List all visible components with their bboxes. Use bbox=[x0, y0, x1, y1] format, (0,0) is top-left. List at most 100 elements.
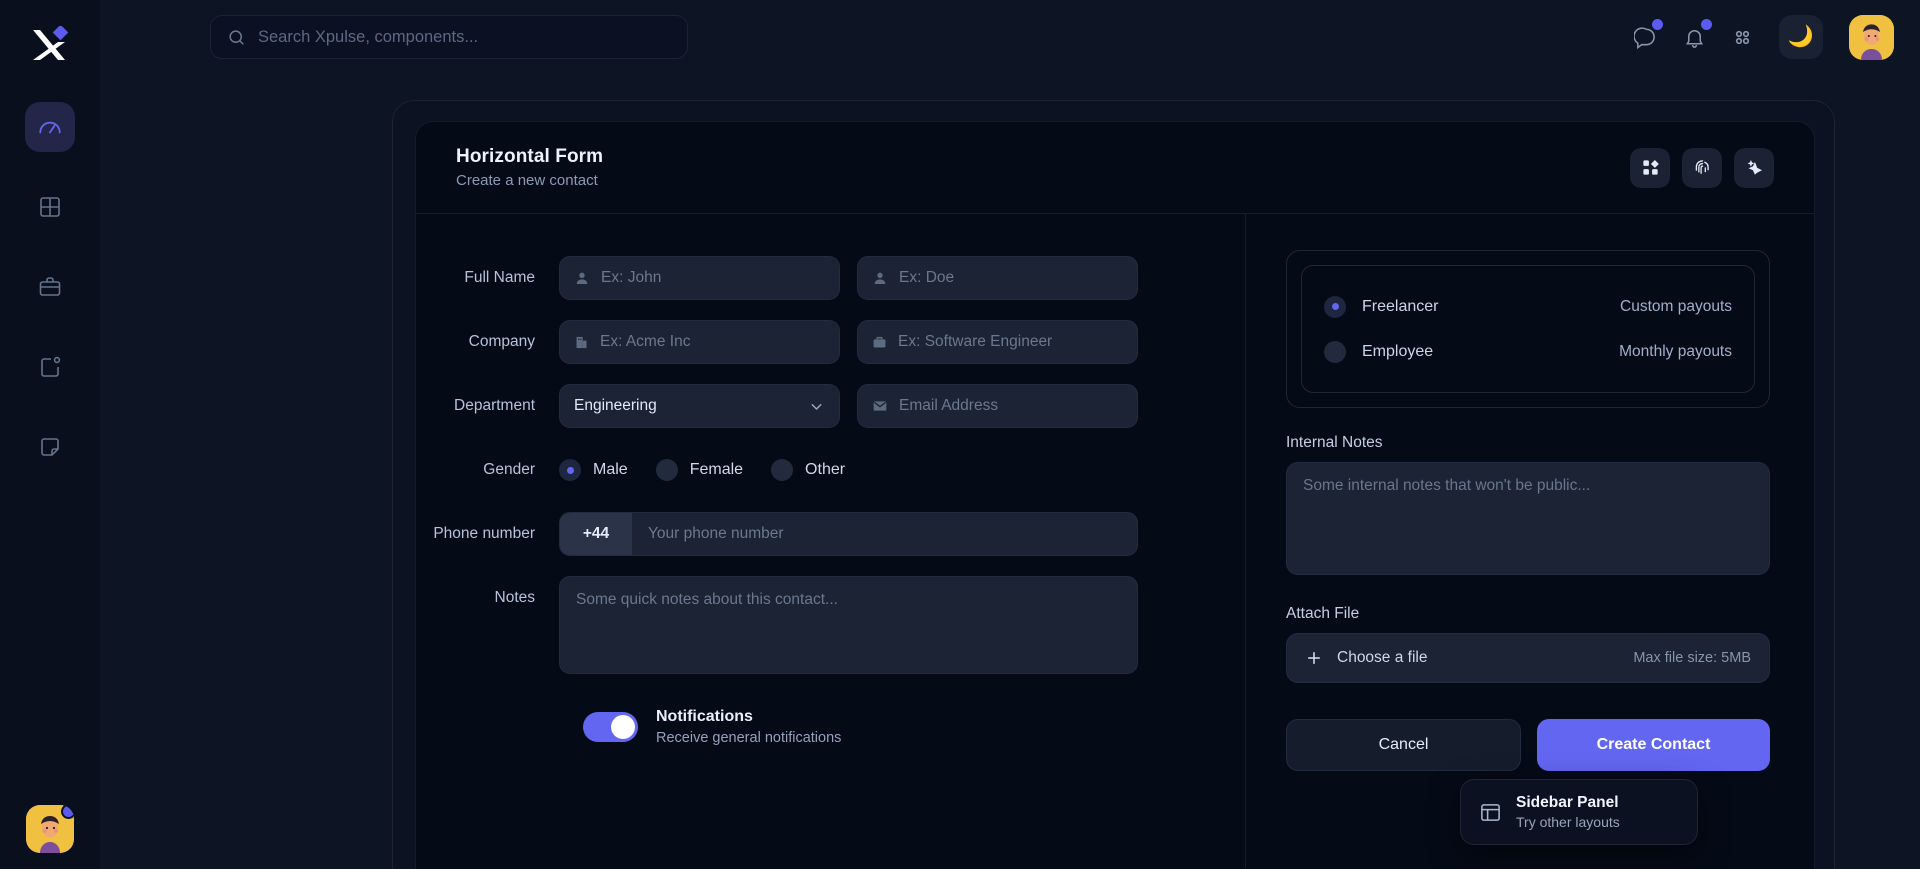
email-input[interactable]: Email Address bbox=[857, 384, 1138, 428]
internal-notes-placeholder: Some internal notes that won't be public… bbox=[1303, 477, 1590, 494]
job-title-input[interactable]: Ex: Software Engineer bbox=[857, 320, 1138, 364]
fields-full-name: Ex: John Ex: Doe bbox=[559, 256, 1138, 300]
gender-radio-group: Male Female Other bbox=[559, 448, 861, 492]
notification-square-icon bbox=[38, 355, 62, 379]
briefcase-icon bbox=[872, 335, 887, 350]
form-row-phone: Phone number +44 Your phone number bbox=[416, 512, 1245, 556]
create-contact-button[interactable]: Create Contact bbox=[1537, 719, 1770, 771]
first-name-input[interactable]: Ex: John bbox=[559, 256, 840, 300]
chat-button[interactable] bbox=[1634, 26, 1657, 49]
x-logo[interactable] bbox=[22, 18, 78, 70]
fingerprint-icon bbox=[1692, 157, 1713, 178]
notifications-toggle-row: Notifications Receive general notificati… bbox=[583, 708, 1245, 746]
toggle-knob bbox=[611, 715, 635, 739]
radio-pip bbox=[567, 467, 574, 474]
chevron-down-icon bbox=[808, 398, 825, 415]
card-body: Full Name Ex: John bbox=[416, 214, 1814, 869]
gender-radio-male[interactable] bbox=[559, 459, 581, 481]
payout-label-employee: Employee bbox=[1362, 343, 1433, 361]
label-internal-notes: Internal Notes bbox=[1286, 434, 1770, 452]
theme-toggle-button[interactable]: 🌙 bbox=[1779, 15, 1823, 59]
gender-radio-female[interactable] bbox=[656, 459, 678, 481]
email-placeholder: Email Address bbox=[899, 397, 998, 415]
gauge-icon bbox=[37, 114, 63, 140]
notifications-text: Notifications Receive general notificati… bbox=[656, 708, 841, 746]
sidebar bbox=[0, 0, 100, 869]
notifications-badge bbox=[1701, 19, 1712, 30]
internal-notes-textarea[interactable]: Some internal notes that won't be public… bbox=[1286, 462, 1770, 575]
label-full-name: Full Name bbox=[416, 256, 559, 300]
status-dot bbox=[61, 805, 74, 819]
form-actions: Cancel Create Contact bbox=[1286, 719, 1770, 771]
notifications-button[interactable] bbox=[1683, 26, 1706, 49]
chat-badge bbox=[1652, 19, 1663, 30]
mail-icon bbox=[872, 398, 888, 414]
attach-file-label: Choose a file bbox=[1337, 649, 1427, 667]
plus-icon bbox=[1305, 649, 1323, 667]
form-row-notes: Notes Some quick notes about this contac… bbox=[416, 576, 1245, 674]
sidebar-layout-icon bbox=[1479, 801, 1502, 824]
company-input[interactable]: Ex: Acme Inc bbox=[559, 320, 840, 364]
payout-meta-freelancer: Custom payouts bbox=[1620, 298, 1732, 316]
grid-icon bbox=[38, 195, 62, 219]
payout-option-employee[interactable]: Employee Monthly payouts bbox=[1324, 329, 1732, 374]
payout-radio-employee[interactable] bbox=[1324, 341, 1346, 363]
phone-input[interactable]: Your phone number bbox=[632, 525, 1137, 543]
tooltip-title: Sidebar Panel bbox=[1516, 794, 1620, 812]
fingerprint-button[interactable] bbox=[1682, 148, 1722, 188]
layout-blocks-icon bbox=[1641, 158, 1660, 177]
sidebar-nav bbox=[25, 102, 75, 472]
gender-radio-other[interactable] bbox=[771, 459, 793, 481]
form-row-department: Department Engineering bbox=[416, 384, 1245, 428]
sidebar-item-grid[interactable] bbox=[25, 182, 75, 232]
notes-placeholder: Some quick notes about this contact... bbox=[576, 591, 838, 608]
tooltip-text: Sidebar Panel Try other layouts bbox=[1516, 794, 1620, 830]
page-subtitle: Create a new contact bbox=[456, 172, 603, 189]
gender-label-other: Other bbox=[805, 461, 845, 479]
notifications-subtitle: Receive general notifications bbox=[656, 730, 841, 746]
search-input[interactable]: Search Xpulse, components... bbox=[210, 15, 688, 59]
payout-option-freelancer[interactable]: Freelancer Custom payouts bbox=[1324, 284, 1732, 329]
label-attach-file: Attach File bbox=[1286, 605, 1770, 623]
cancel-button[interactable]: Cancel bbox=[1286, 719, 1521, 771]
apps-button[interactable] bbox=[1732, 27, 1753, 48]
department-select[interactable]: Engineering bbox=[559, 384, 840, 428]
job-title-placeholder: Ex: Software Engineer bbox=[898, 333, 1052, 351]
sticker-note-icon bbox=[38, 435, 62, 459]
building-icon bbox=[574, 335, 589, 350]
sidebar-item-notes[interactable] bbox=[25, 422, 75, 472]
last-name-input[interactable]: Ex: Doe bbox=[857, 256, 1138, 300]
fields-company: Ex: Acme Inc Ex: Software Engineer bbox=[559, 320, 1138, 364]
person-icon bbox=[872, 270, 888, 286]
sidebar-item-jobs[interactable] bbox=[25, 262, 75, 312]
form-left-column: Full Name Ex: John bbox=[416, 214, 1246, 869]
sidebar-item-dashboard[interactable] bbox=[25, 102, 75, 152]
payout-panel-outer: Freelancer Custom payouts Employee Month… bbox=[1286, 250, 1770, 408]
notifications-toggle[interactable] bbox=[583, 712, 638, 742]
attach-file-button[interactable]: Choose a file Max file size: 5MB bbox=[1286, 633, 1770, 683]
tooltip-subtitle: Try other layouts bbox=[1516, 814, 1620, 830]
moon-icon: 🌙 bbox=[1788, 25, 1814, 49]
notes-textarea[interactable]: Some quick notes about this contact... bbox=[559, 576, 1138, 674]
apps-grid-icon bbox=[1732, 27, 1753, 48]
form-card: Horizontal Form Create a new contact bbox=[415, 121, 1815, 869]
sidebar-avatar[interactable] bbox=[26, 805, 74, 853]
fields-department: Engineering Email Address bbox=[559, 384, 1138, 428]
layout-blocks-button[interactable] bbox=[1630, 148, 1670, 188]
sparkle-icon bbox=[1745, 158, 1764, 177]
gender-label-male: Male bbox=[593, 461, 628, 479]
first-name-placeholder: Ex: John bbox=[601, 269, 661, 287]
topbar: Search Xpulse, components... bbox=[100, 0, 1920, 74]
page-title: Horizontal Form bbox=[456, 146, 603, 168]
sidebar-panel-tooltip[interactable]: Sidebar Panel Try other layouts bbox=[1460, 779, 1698, 845]
profile-avatar[interactable] bbox=[1849, 15, 1894, 60]
phone-country-code[interactable]: +44 bbox=[560, 513, 632, 555]
topbar-actions: 🌙 bbox=[1634, 0, 1894, 74]
label-phone: Phone number bbox=[416, 512, 559, 556]
payout-radio-freelancer[interactable] bbox=[1324, 296, 1346, 318]
sparkle-button[interactable] bbox=[1734, 148, 1774, 188]
sidebar-item-notifications[interactable] bbox=[25, 342, 75, 392]
person-icon bbox=[574, 270, 590, 286]
label-gender: Gender bbox=[416, 448, 559, 492]
label-department: Department bbox=[416, 384, 559, 428]
